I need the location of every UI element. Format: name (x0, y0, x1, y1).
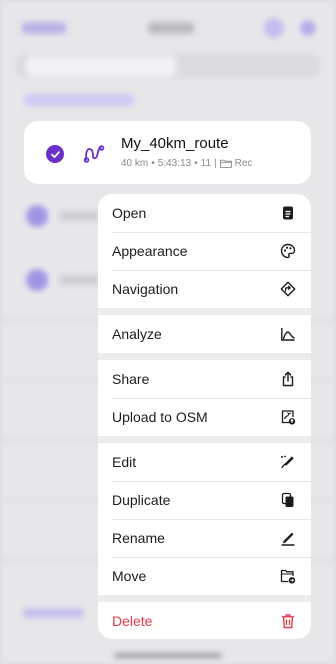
background-track-line (60, 275, 100, 285)
separator-dot: • (194, 158, 198, 169)
menu-item-label: Navigation (112, 281, 179, 297)
menu-item-label: Rename (112, 530, 165, 546)
menu-item-upload-osm[interactable]: Upload to OSM (98, 398, 311, 436)
menu-item-label: Appearance (112, 243, 188, 259)
menu-group-gap (98, 353, 311, 360)
share-icon (282, 371, 294, 387)
folder-icon (219, 159, 232, 168)
background-segmented-control (16, 54, 320, 78)
track-title: My_40km_route (121, 135, 229, 152)
home-indicator (114, 653, 222, 658)
menu-item-share[interactable]: Share (98, 360, 311, 398)
menu-item-label: Edit (112, 454, 137, 470)
menu-item-label: Move (112, 568, 147, 584)
menu-item-rename[interactable]: Rename (98, 519, 311, 557)
track-duration: 5:43:13 (157, 158, 192, 169)
menu-item-label: Delete (112, 613, 153, 629)
track-points: 11 (200, 158, 212, 169)
route-icon (83, 145, 105, 163)
selected-track-card[interactable]: My_40km_route 40 km • 5:43:13 • 11 | Rec (24, 121, 311, 184)
background-track-dot (26, 205, 48, 227)
chart-icon (281, 328, 295, 341)
background-nav (0, 14, 336, 44)
background-nav-title (148, 22, 194, 34)
menu-item-label: Analyze (112, 326, 162, 342)
background-nav-left (22, 22, 66, 34)
menu-group-gap (98, 595, 311, 602)
background-search-icon (264, 18, 284, 38)
menu-item-label: Upload to OSM (112, 409, 208, 425)
checkmark-icon (46, 145, 64, 163)
track-folder: Rec (234, 158, 253, 169)
duplicate-icon (281, 492, 294, 507)
menu-group-gap (98, 436, 311, 443)
menu-item-edit[interactable]: Edit (98, 443, 311, 481)
menu-item-duplicate[interactable]: Duplicate (98, 481, 311, 519)
menu-group-gap (98, 308, 311, 315)
upload-map-icon (281, 410, 296, 425)
background-folder-row (24, 94, 134, 106)
edit-path-icon (281, 455, 294, 469)
menu-item-delete[interactable]: Delete (98, 602, 311, 639)
menu-item-appearance[interactable]: Appearance (98, 232, 311, 270)
track-details: 40 km • 5:43:13 • 11 | Rec (121, 158, 252, 169)
directions-icon (280, 281, 296, 297)
context-menu: Open Appearance Navigation Analyze Share (98, 194, 311, 639)
menu-item-open[interactable]: Open (98, 194, 311, 232)
menu-item-label: Duplicate (112, 492, 171, 508)
separator-dot: • (151, 158, 155, 169)
document-icon (283, 206, 293, 220)
track-distance: 40 km (121, 158, 149, 169)
palette-icon (280, 243, 296, 259)
menu-item-label: Open (112, 205, 147, 221)
background-bottom-label (22, 608, 84, 618)
move-folder-icon (280, 569, 296, 584)
menu-item-label: Share (112, 371, 150, 387)
menu-item-analyze[interactable]: Analyze (98, 315, 311, 353)
menu-item-navigation[interactable]: Navigation (98, 270, 311, 308)
separator-pipe: | (214, 158, 217, 169)
background-add-icon (300, 20, 316, 36)
trash-icon (282, 614, 294, 629)
menu-item-move[interactable]: Move (98, 557, 311, 595)
pencil-icon (281, 532, 295, 546)
background-track-dot (26, 269, 48, 291)
background-track-line (60, 211, 100, 221)
